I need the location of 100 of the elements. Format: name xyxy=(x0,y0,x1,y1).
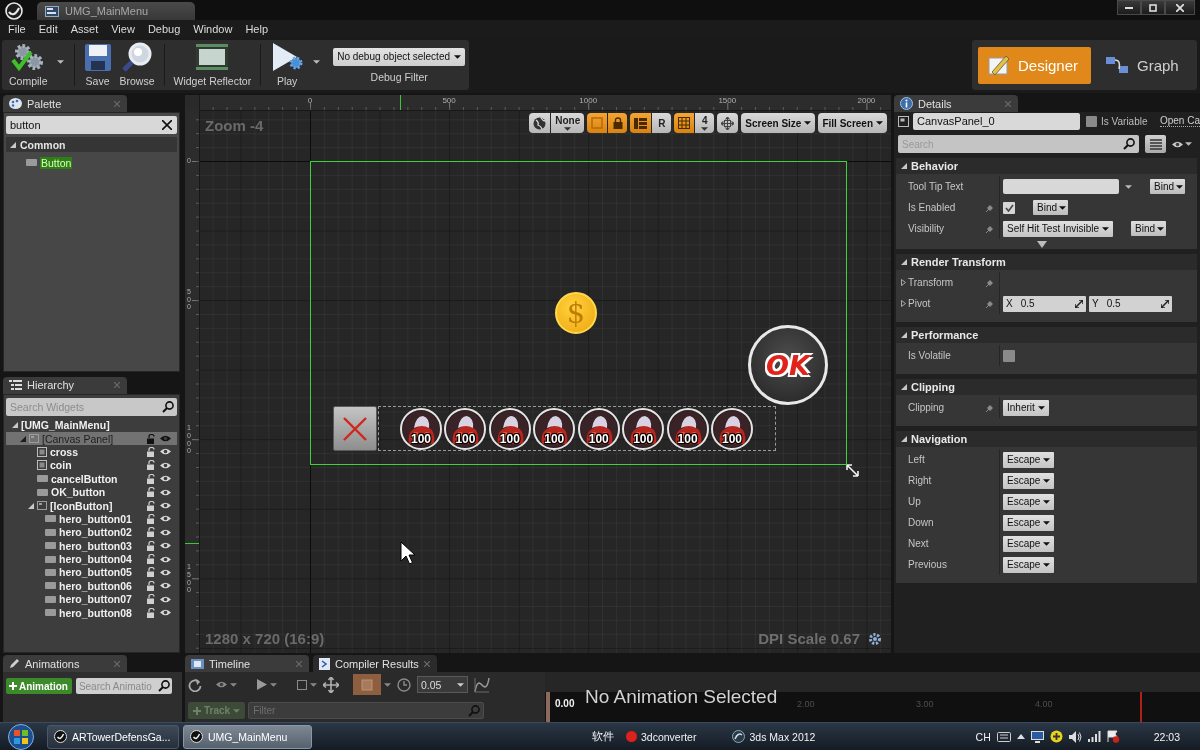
panel-tab[interactable]: Timeline xyxy=(185,655,309,672)
section-header[interactable]: Clipping xyxy=(896,379,1197,395)
hierarchy-row[interactable]: OK_button xyxy=(6,485,177,499)
play-icon[interactable] xyxy=(257,679,267,690)
dropdown[interactable]: Escape xyxy=(1003,556,1055,573)
dropdown[interactable]: Self Hit Test Invisible xyxy=(1003,220,1114,237)
collapsed-triangle-icon[interactable] xyxy=(901,279,906,286)
mode-button[interactable]: Graph xyxy=(1097,46,1189,84)
hierarchy-row[interactable]: hero_button01 xyxy=(6,512,177,526)
eye-icon[interactable] xyxy=(160,515,171,523)
checkbox[interactable] xyxy=(1086,115,1097,127)
keyboard-icon[interactable] xyxy=(996,731,1011,742)
dropdown[interactable]: Escape xyxy=(1003,451,1055,468)
search-icon[interactable] xyxy=(1123,138,1135,150)
lock-toggle-button[interactable] xyxy=(608,113,628,133)
lock-icon[interactable] xyxy=(147,487,156,498)
clear-icon[interactable] xyxy=(162,120,172,130)
hero-button[interactable]: 100 xyxy=(444,408,487,450)
hero-button[interactable]: 100 xyxy=(488,408,531,450)
move-arrows-icon[interactable] xyxy=(323,676,339,693)
dropdown[interactable]: Inherit xyxy=(1003,399,1049,416)
eye-icon[interactable] xyxy=(160,475,171,483)
close-button[interactable] xyxy=(1165,0,1195,15)
transform-button[interactable] xyxy=(717,113,739,133)
checkbox[interactable] xyxy=(1003,201,1015,214)
menu-item[interactable]: Asset xyxy=(64,20,105,38)
dropdown[interactable]: Screen Size xyxy=(741,113,816,133)
eye-icon[interactable] xyxy=(160,555,171,563)
name-field[interactable]: CanvasPanel_0 xyxy=(913,112,1080,130)
eye-icon[interactable] xyxy=(1172,140,1183,148)
hierarchy-row[interactable]: hero_button04 xyxy=(6,552,177,566)
start-button[interactable] xyxy=(5,723,37,750)
expanded-triangle-icon[interactable] xyxy=(901,332,907,338)
dropdown[interactable]: Escape xyxy=(1003,514,1055,531)
hierarchy-row[interactable]: hero_button03 xyxy=(6,539,177,553)
drag-arrows-icon[interactable] xyxy=(1075,299,1083,308)
taskbar-item[interactable]: 3ds Max 2012 xyxy=(749,730,816,743)
expanded-triangle-icon[interactable] xyxy=(901,259,907,265)
eye-icon[interactable] xyxy=(160,542,171,550)
dropdown[interactable]: Escape xyxy=(1003,493,1055,510)
bind-button[interactable]: Bind xyxy=(1131,221,1167,236)
hierarchy-row[interactable]: [UMG_MainMenu] xyxy=(6,418,177,432)
search-icon[interactable] xyxy=(162,400,174,413)
section-header[interactable]: Navigation xyxy=(896,431,1197,447)
list-view-button[interactable] xyxy=(1145,135,1166,153)
play-button[interactable]: Play xyxy=(266,41,309,89)
hero-button[interactable]: 100 xyxy=(622,408,665,450)
expanded-triangle-icon[interactable] xyxy=(901,163,907,169)
lock-icon[interactable] xyxy=(147,473,156,484)
menu-item[interactable]: Help xyxy=(239,20,275,38)
clock[interactable]: 22:03 xyxy=(1153,730,1180,743)
hierarchy-row[interactable]: cancelButton xyxy=(6,472,177,486)
compile-button[interactable]: Compile xyxy=(5,41,52,89)
menu-item[interactable]: View xyxy=(105,20,141,38)
layout-toggle-button[interactable] xyxy=(630,113,652,133)
section-header[interactable]: Performance xyxy=(896,327,1197,343)
expanded-triangle-icon[interactable] xyxy=(12,422,18,429)
bind-button[interactable]: Bind xyxy=(1033,200,1068,215)
eye-icon[interactable] xyxy=(160,595,171,603)
hierarchy-row[interactable]: hero_button02 xyxy=(6,525,177,539)
expanded-triangle-icon[interactable] xyxy=(901,384,907,390)
curve-icon[interactable] xyxy=(474,676,490,693)
monitor-icon[interactable] xyxy=(1030,730,1044,743)
section-header[interactable]: Behavior xyxy=(896,158,1197,174)
taskbar-item[interactable]: 软件 xyxy=(592,729,614,744)
hierarchy-row[interactable]: cross xyxy=(6,445,177,459)
taskbar-item[interactable]: 3dconverter xyxy=(641,730,697,743)
lock-icon[interactable] xyxy=(147,527,156,538)
add-animation-button[interactable]: Animation xyxy=(6,678,72,694)
lock-icon[interactable] xyxy=(147,500,156,511)
taskbar-window-button[interactable]: UMG_MainMenu xyxy=(183,724,312,749)
stop-square-icon[interactable] xyxy=(297,679,307,690)
cancel-button[interactable] xyxy=(333,406,377,451)
menu-item[interactable]: Debug xyxy=(141,20,187,38)
value-button[interactable]: R xyxy=(652,113,672,133)
resize-arrow-icon[interactable] xyxy=(846,464,859,477)
expanded-triangle-icon[interactable] xyxy=(20,435,26,442)
dropdown[interactable]: Fill Screen xyxy=(818,113,887,133)
hero-button[interactable]: 100 xyxy=(577,408,620,450)
collapsed-triangle-icon[interactable] xyxy=(901,300,906,307)
eye-icon[interactable] xyxy=(160,502,171,510)
lock-icon[interactable] xyxy=(147,580,156,591)
lock-icon[interactable] xyxy=(147,513,156,524)
chevron-up-icon[interactable] xyxy=(1016,734,1025,739)
caret-icon[interactable] xyxy=(56,60,64,64)
clock-icon[interactable] xyxy=(397,677,411,692)
lock-icon[interactable] xyxy=(147,607,156,618)
eye-icon[interactable] xyxy=(160,528,171,536)
menu-item[interactable]: File xyxy=(2,20,32,38)
panel-tab[interactable]: Hierarchy xyxy=(3,376,127,394)
lock-icon[interactable] xyxy=(147,433,156,444)
caret-icon[interactable] xyxy=(1125,184,1132,189)
plus-circle-icon[interactable] xyxy=(1049,730,1063,743)
panel-tab[interactable]: Palette xyxy=(3,95,127,112)
lock-icon[interactable] xyxy=(147,446,156,457)
dropdown[interactable]: Escape xyxy=(1003,535,1055,552)
debug-object-dropdown[interactable]: No debug object selected xyxy=(333,47,466,66)
hierarchy-row[interactable]: hero_button08 xyxy=(6,605,177,620)
search-icon[interactable] xyxy=(157,680,170,692)
panel-tab[interactable]: Animations xyxy=(3,655,127,672)
